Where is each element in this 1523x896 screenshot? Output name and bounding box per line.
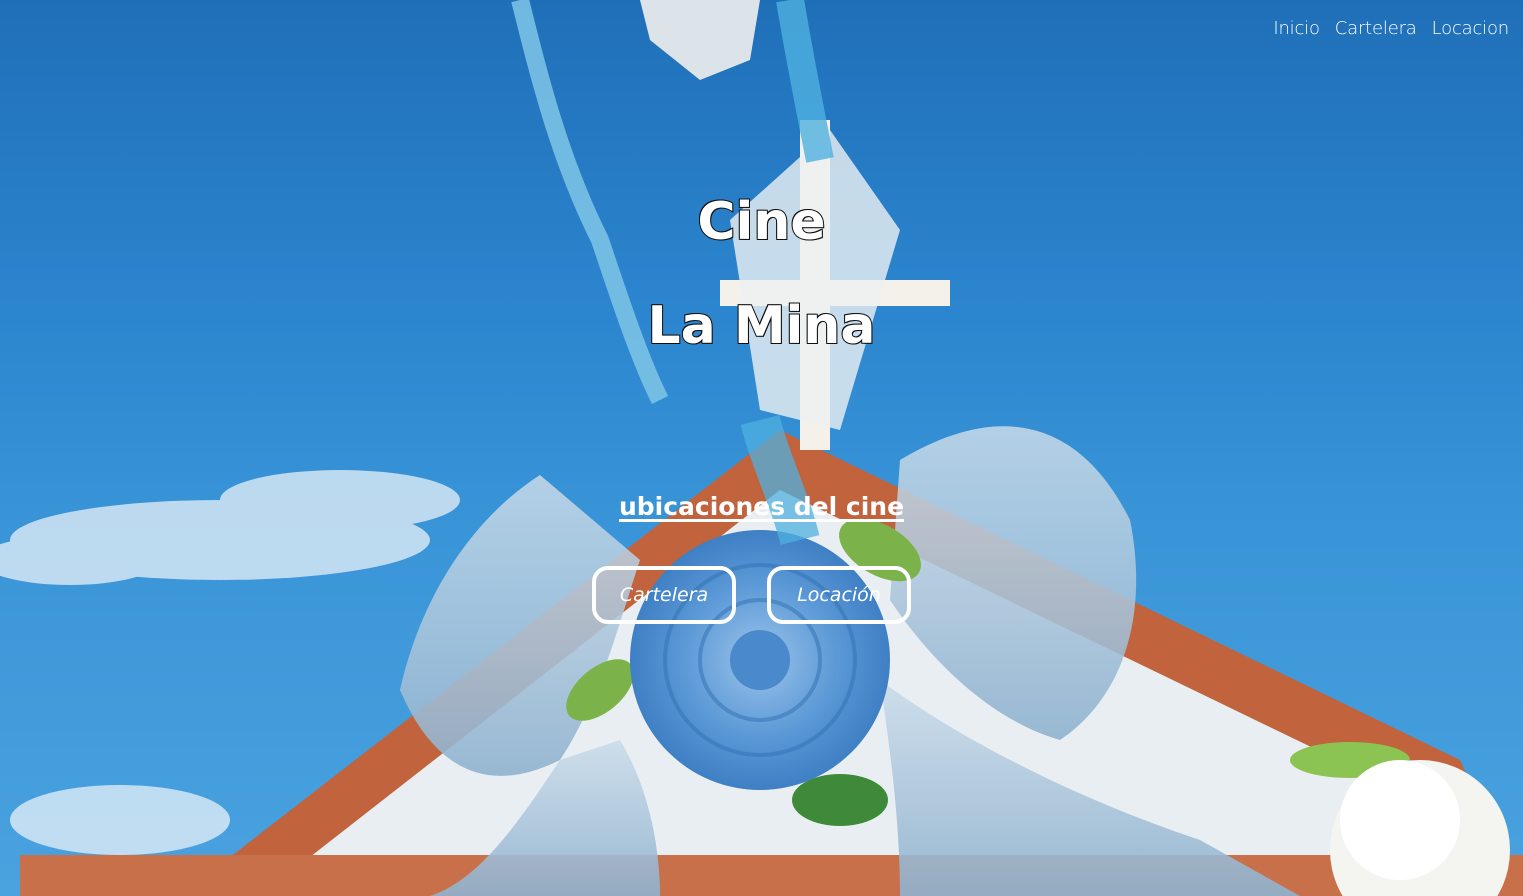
locacion-button[interactable]: Locación — [767, 566, 911, 624]
nav-item-cartelera[interactable]: Cartelera — [1335, 18, 1417, 39]
hero-background-photo — [0, 0, 1523, 896]
top-nav: Inicio Cartelera Locacion — [1273, 18, 1509, 39]
nav-item-locacion[interactable]: Locacion — [1432, 18, 1510, 39]
locations-link-wrapper: ubicaciones del cine — [0, 492, 1523, 521]
hero-title-line1: Cine — [696, 191, 826, 253]
cartelera-button[interactable]: Cartelera — [592, 566, 736, 624]
hero-photo-illustration — [0, 0, 1523, 896]
white-flower — [1330, 760, 1510, 896]
cross-decoration — [511, 0, 950, 546]
nav-item-inicio[interactable]: Inicio — [1273, 18, 1320, 39]
hero-title-line2: La Mina — [646, 295, 876, 357]
locations-link[interactable]: ubicaciones del cine — [619, 492, 904, 521]
